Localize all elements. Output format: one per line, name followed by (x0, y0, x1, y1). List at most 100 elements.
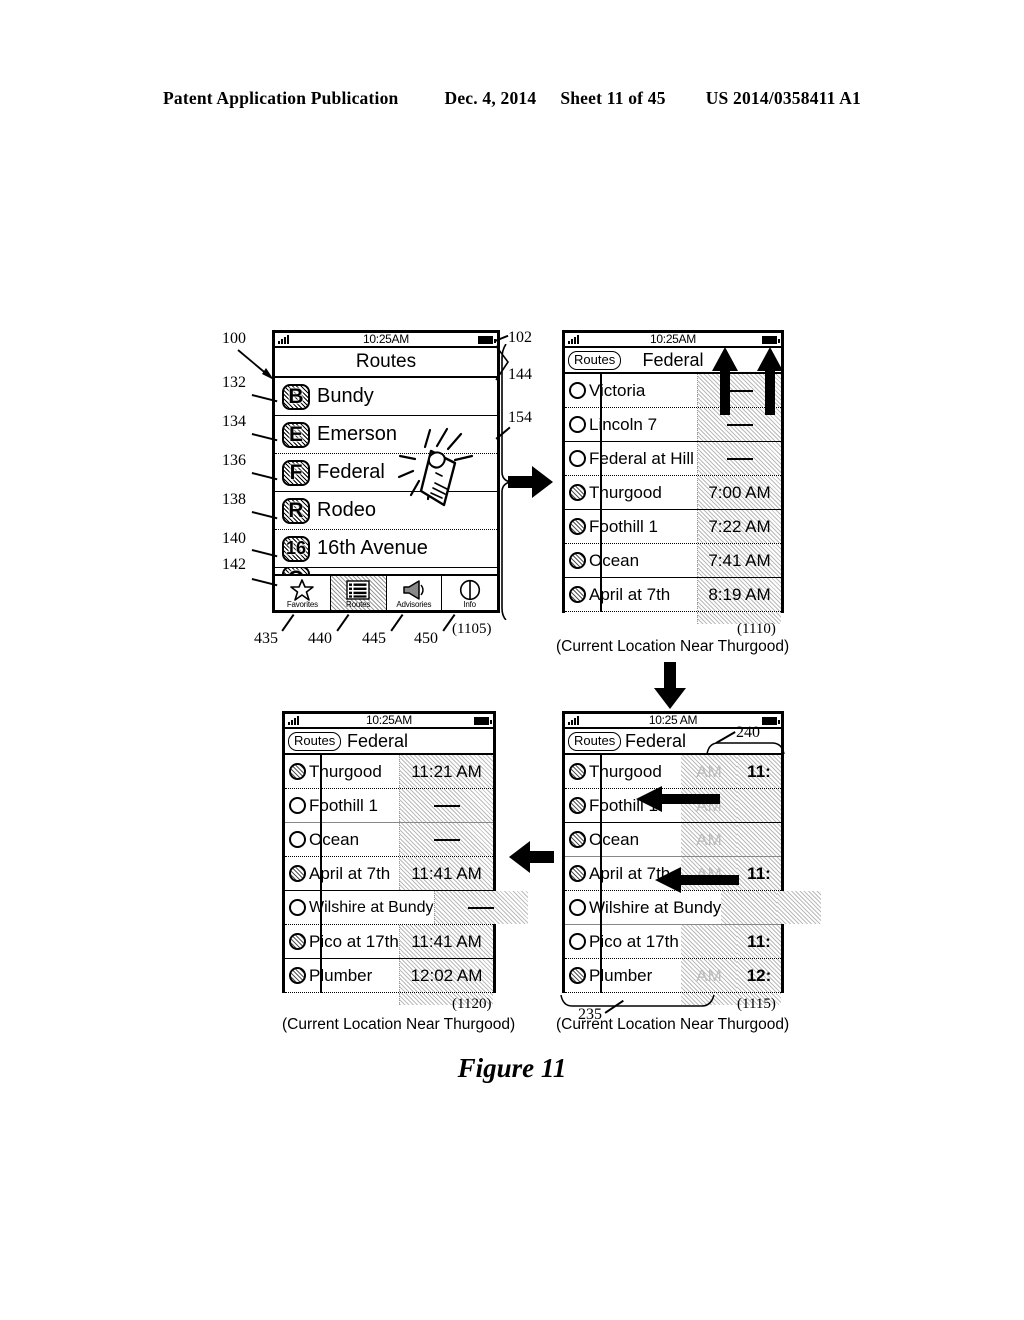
status-bar: 10:25AM (565, 332, 781, 348)
star-icon (290, 578, 315, 601)
stop-marker (565, 797, 589, 814)
stop-marker (565, 899, 589, 916)
table-row[interactable]: April at 7th 11:41 AM (285, 857, 493, 891)
stop-time: 12:02 AM (399, 959, 493, 992)
stop-time: 11: (737, 857, 781, 890)
table-row[interactable]: Ocean 7:41 AM (565, 544, 781, 578)
page-title: Federal (347, 730, 409, 751)
table-row[interactable]: Foothill 1 (285, 789, 493, 823)
table-row[interactable]: Federal at Hill (565, 442, 781, 476)
label-1115: (1115) (737, 996, 776, 1012)
device-schedule-pm-screen: 10:25AM Routes Federal Thurgood 11:21 AM… (282, 711, 528, 1005)
table-row[interactable]: Thurgood 7:00 AM (565, 476, 781, 510)
table-row[interactable]: Plumber AM 12: (565, 959, 781, 993)
stop-marker (565, 382, 589, 399)
tab-label: Favorites (286, 600, 318, 609)
stop-marker (285, 933, 309, 950)
flow-arrow-left (509, 841, 554, 873)
page-title: Federal (642, 349, 704, 370)
tab-favorites[interactable]: Favorites (275, 576, 331, 610)
back-button[interactable]: Routes (568, 732, 622, 751)
stop-name: Thurgood (309, 761, 382, 781)
route-badge-icon: R (282, 497, 310, 524)
ref-140: 140 (222, 530, 246, 547)
title-bar: Routes (275, 348, 497, 378)
publication-date: Dec. 4, 2014 (444, 88, 537, 108)
table-row[interactable]: Thurgood 11:21 AM (285, 755, 493, 789)
stop-time (433, 891, 528, 924)
stop-marker (285, 797, 309, 814)
stop-time (399, 823, 493, 856)
stop-marker (565, 865, 589, 882)
leader-445 (390, 613, 404, 632)
no-time-dash-icon (726, 457, 753, 460)
flow-arrow-right (508, 466, 553, 498)
leader-440 (336, 613, 350, 632)
route-name: Bundy (317, 385, 374, 407)
stop-time: 11: (737, 755, 781, 788)
stop-name: April at 7th (309, 863, 391, 883)
table-row[interactable]: Pico at 17th 11: (565, 925, 781, 959)
stop-schedule-list[interactable]: Thurgood 11:21 AM Foothill 1 Ocean April… (285, 755, 528, 1005)
stop-name: Plumber (589, 965, 653, 985)
stop-marker (565, 416, 589, 433)
stop-name: Foothill 1 (589, 516, 658, 536)
stop-time (697, 442, 781, 475)
screen-caption: (Current Location Near Thurgood) (556, 1016, 790, 1033)
stop-time: 7:41 AM (697, 544, 781, 577)
tab-info[interactable]: Info (442, 576, 497, 610)
table-row[interactable]: Foothill 1 7:22 AM (565, 510, 781, 544)
stop-marker (565, 450, 589, 467)
stop-name: Wilshire at Bundy (589, 897, 722, 917)
list-item[interactable]: B Bundy (275, 378, 497, 416)
ref-132: 132 (222, 374, 246, 391)
stop-marker (565, 831, 589, 848)
stop-marker (565, 484, 589, 501)
stop-schedule-list[interactable]: Victoria Lincoln 7 Federal at Hill Thurg… (565, 374, 781, 624)
tab-label: Advisories (396, 600, 432, 609)
ref-134: 134 (222, 413, 246, 430)
back-button[interactable]: Routes (568, 351, 622, 370)
table-row[interactable]: Pico at 17th 11:41 AM (285, 925, 493, 959)
table-row[interactable]: Ocean (285, 823, 493, 857)
table-row[interactable]: Ocean AM (565, 823, 781, 857)
flow-arrow-down (654, 662, 686, 709)
table-row[interactable]: Wilshire at Bundy (565, 891, 822, 925)
tab-bar[interactable]: Favorites Routes Advisories Info (275, 574, 497, 610)
stop-time-ghost: AM (681, 823, 737, 856)
figure-caption: Figure 11 (457, 1053, 567, 1083)
label-1110: (1110) (737, 621, 776, 637)
stop-marker (565, 933, 589, 950)
ref-440: 440 (308, 630, 332, 647)
status-time: 10:25AM (650, 332, 696, 346)
tab-routes[interactable]: Routes (330, 576, 387, 610)
tab-advisories[interactable]: Advisories (387, 576, 443, 610)
table-row[interactable]: Wilshire at Bundy (285, 891, 528, 925)
stop-time-ghost (721, 891, 778, 924)
status-bar: 10:25AM (275, 332, 497, 348)
back-button[interactable]: Routes (288, 732, 342, 751)
list-item[interactable]: 16 16th Avenue (275, 530, 497, 568)
screen-caption: (Current Location Near Thurgood) (282, 1016, 516, 1033)
ref-142: 142 (222, 556, 246, 573)
no-time-dash-icon (468, 906, 494, 909)
info-icon (459, 579, 481, 600)
stop-marker (565, 763, 589, 780)
stop-time (737, 823, 781, 856)
route-badge-icon: 16 (282, 535, 310, 562)
table-row[interactable]: Victoria (565, 374, 781, 408)
status-time: 10:25AM (363, 332, 409, 346)
stop-marker (285, 831, 309, 848)
battery-icon (478, 336, 496, 344)
table-row[interactable]: April at 7th 8:19 AM (565, 578, 781, 612)
status-bar: 10:25AM (285, 713, 493, 729)
megaphone-icon (401, 579, 427, 600)
stop-time: 11:41 AM (399, 857, 493, 890)
label-1120: (1120) (452, 996, 492, 1012)
table-row[interactable]: Plumber 12:02 AM (285, 959, 493, 993)
table-row[interactable]: Thurgood AM 11: (565, 755, 781, 789)
screen-caption: (Current Location Near Thurgood) (556, 638, 790, 655)
page-title: Routes (355, 351, 417, 372)
table-row[interactable]: Lincoln 7 (565, 408, 781, 442)
publication-title: Patent Application Publication (163, 88, 399, 108)
